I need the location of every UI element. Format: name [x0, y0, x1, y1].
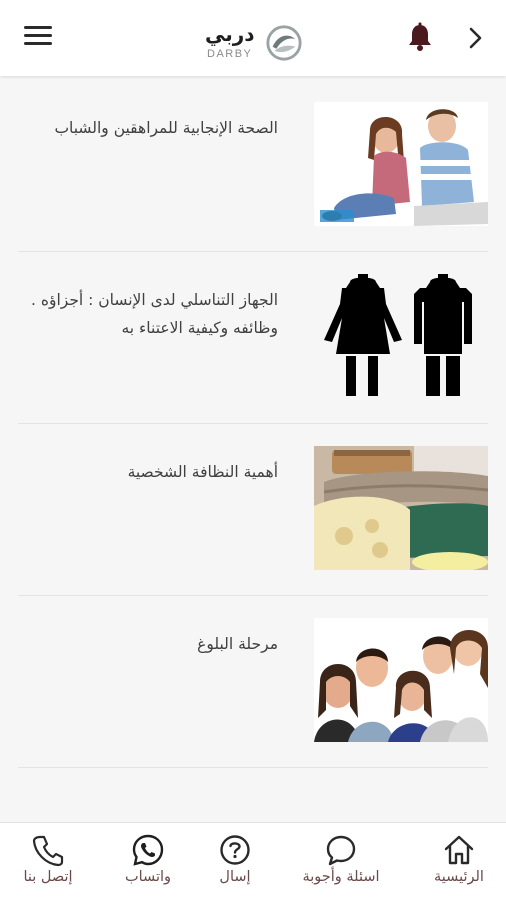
phone-icon: [32, 835, 64, 867]
nav-qa-label: اسئلة وأجوبة: [302, 869, 380, 885]
nav-whatsapp[interactable]: واتساب: [100, 823, 196, 900]
list-item[interactable]: مرحلة البلوغ: [0, 596, 506, 768]
list-item[interactable]: أهمية النظافة الشخصية: [0, 424, 506, 596]
nav-home-label: الرئيسية: [434, 869, 484, 885]
nav-whatsapp-label: واتساب: [124, 869, 172, 885]
logo-arabic-text: دربي: [205, 22, 255, 46]
nav-home[interactable]: الرئيسية: [414, 823, 504, 900]
teens-photo: [314, 102, 488, 226]
bottom-navigation: إتصل بنا واتساب إسال اسئلة وأجوبة الرئيس…: [0, 822, 506, 900]
group-photo: [314, 618, 488, 742]
chat-bubble-icon: [326, 835, 356, 866]
nav-ask-label: إسال: [219, 869, 251, 885]
topics-list: الصحة الإنجابية للمراهقين والشباب الجهاز…: [0, 80, 506, 768]
app-screen: دربي DARBY الصحة الإنجابية للمراهقين وال…: [0, 0, 506, 900]
item-title: مرحلة البلوغ: [197, 635, 278, 653]
logo-english-text: DARBY: [207, 48, 253, 60]
bell-icon[interactable]: [406, 22, 434, 52]
item-title: أهمية النظافة الشخصية: [127, 463, 278, 481]
home-icon: [444, 835, 474, 865]
item-divider: [18, 767, 488, 768]
male-female-figures: [314, 274, 488, 398]
nav-contact-label: إتصل بنا: [23, 869, 73, 885]
nav-ask[interactable]: إسال: [190, 823, 280, 900]
item-title: الجهاز التناسلي لدى الإنسان : أجزاؤه . و…: [31, 291, 278, 337]
darby-logo: دربي DARBY: [203, 22, 307, 64]
top-app-bar: دربي DARBY: [0, 0, 506, 76]
whatsapp-icon: [132, 834, 164, 866]
chevron-right-icon[interactable]: [464, 24, 488, 52]
nav-contact[interactable]: إتصل بنا: [0, 823, 96, 900]
hamburger-menu-icon[interactable]: [24, 26, 52, 50]
towels-soap-photo: [314, 446, 488, 570]
list-item[interactable]: الصحة الإنجابية للمراهقين والشباب: [0, 80, 506, 252]
logo-mark-icon: [266, 25, 302, 61]
list-item[interactable]: الجهاز التناسلي لدى الإنسان : أجزاؤه . و…: [0, 252, 506, 424]
question-circle-icon: [220, 835, 250, 865]
item-title: الصحة الإنجابية للمراهقين والشباب: [54, 119, 278, 137]
nav-qa[interactable]: اسئلة وأجوبة: [282, 823, 400, 900]
